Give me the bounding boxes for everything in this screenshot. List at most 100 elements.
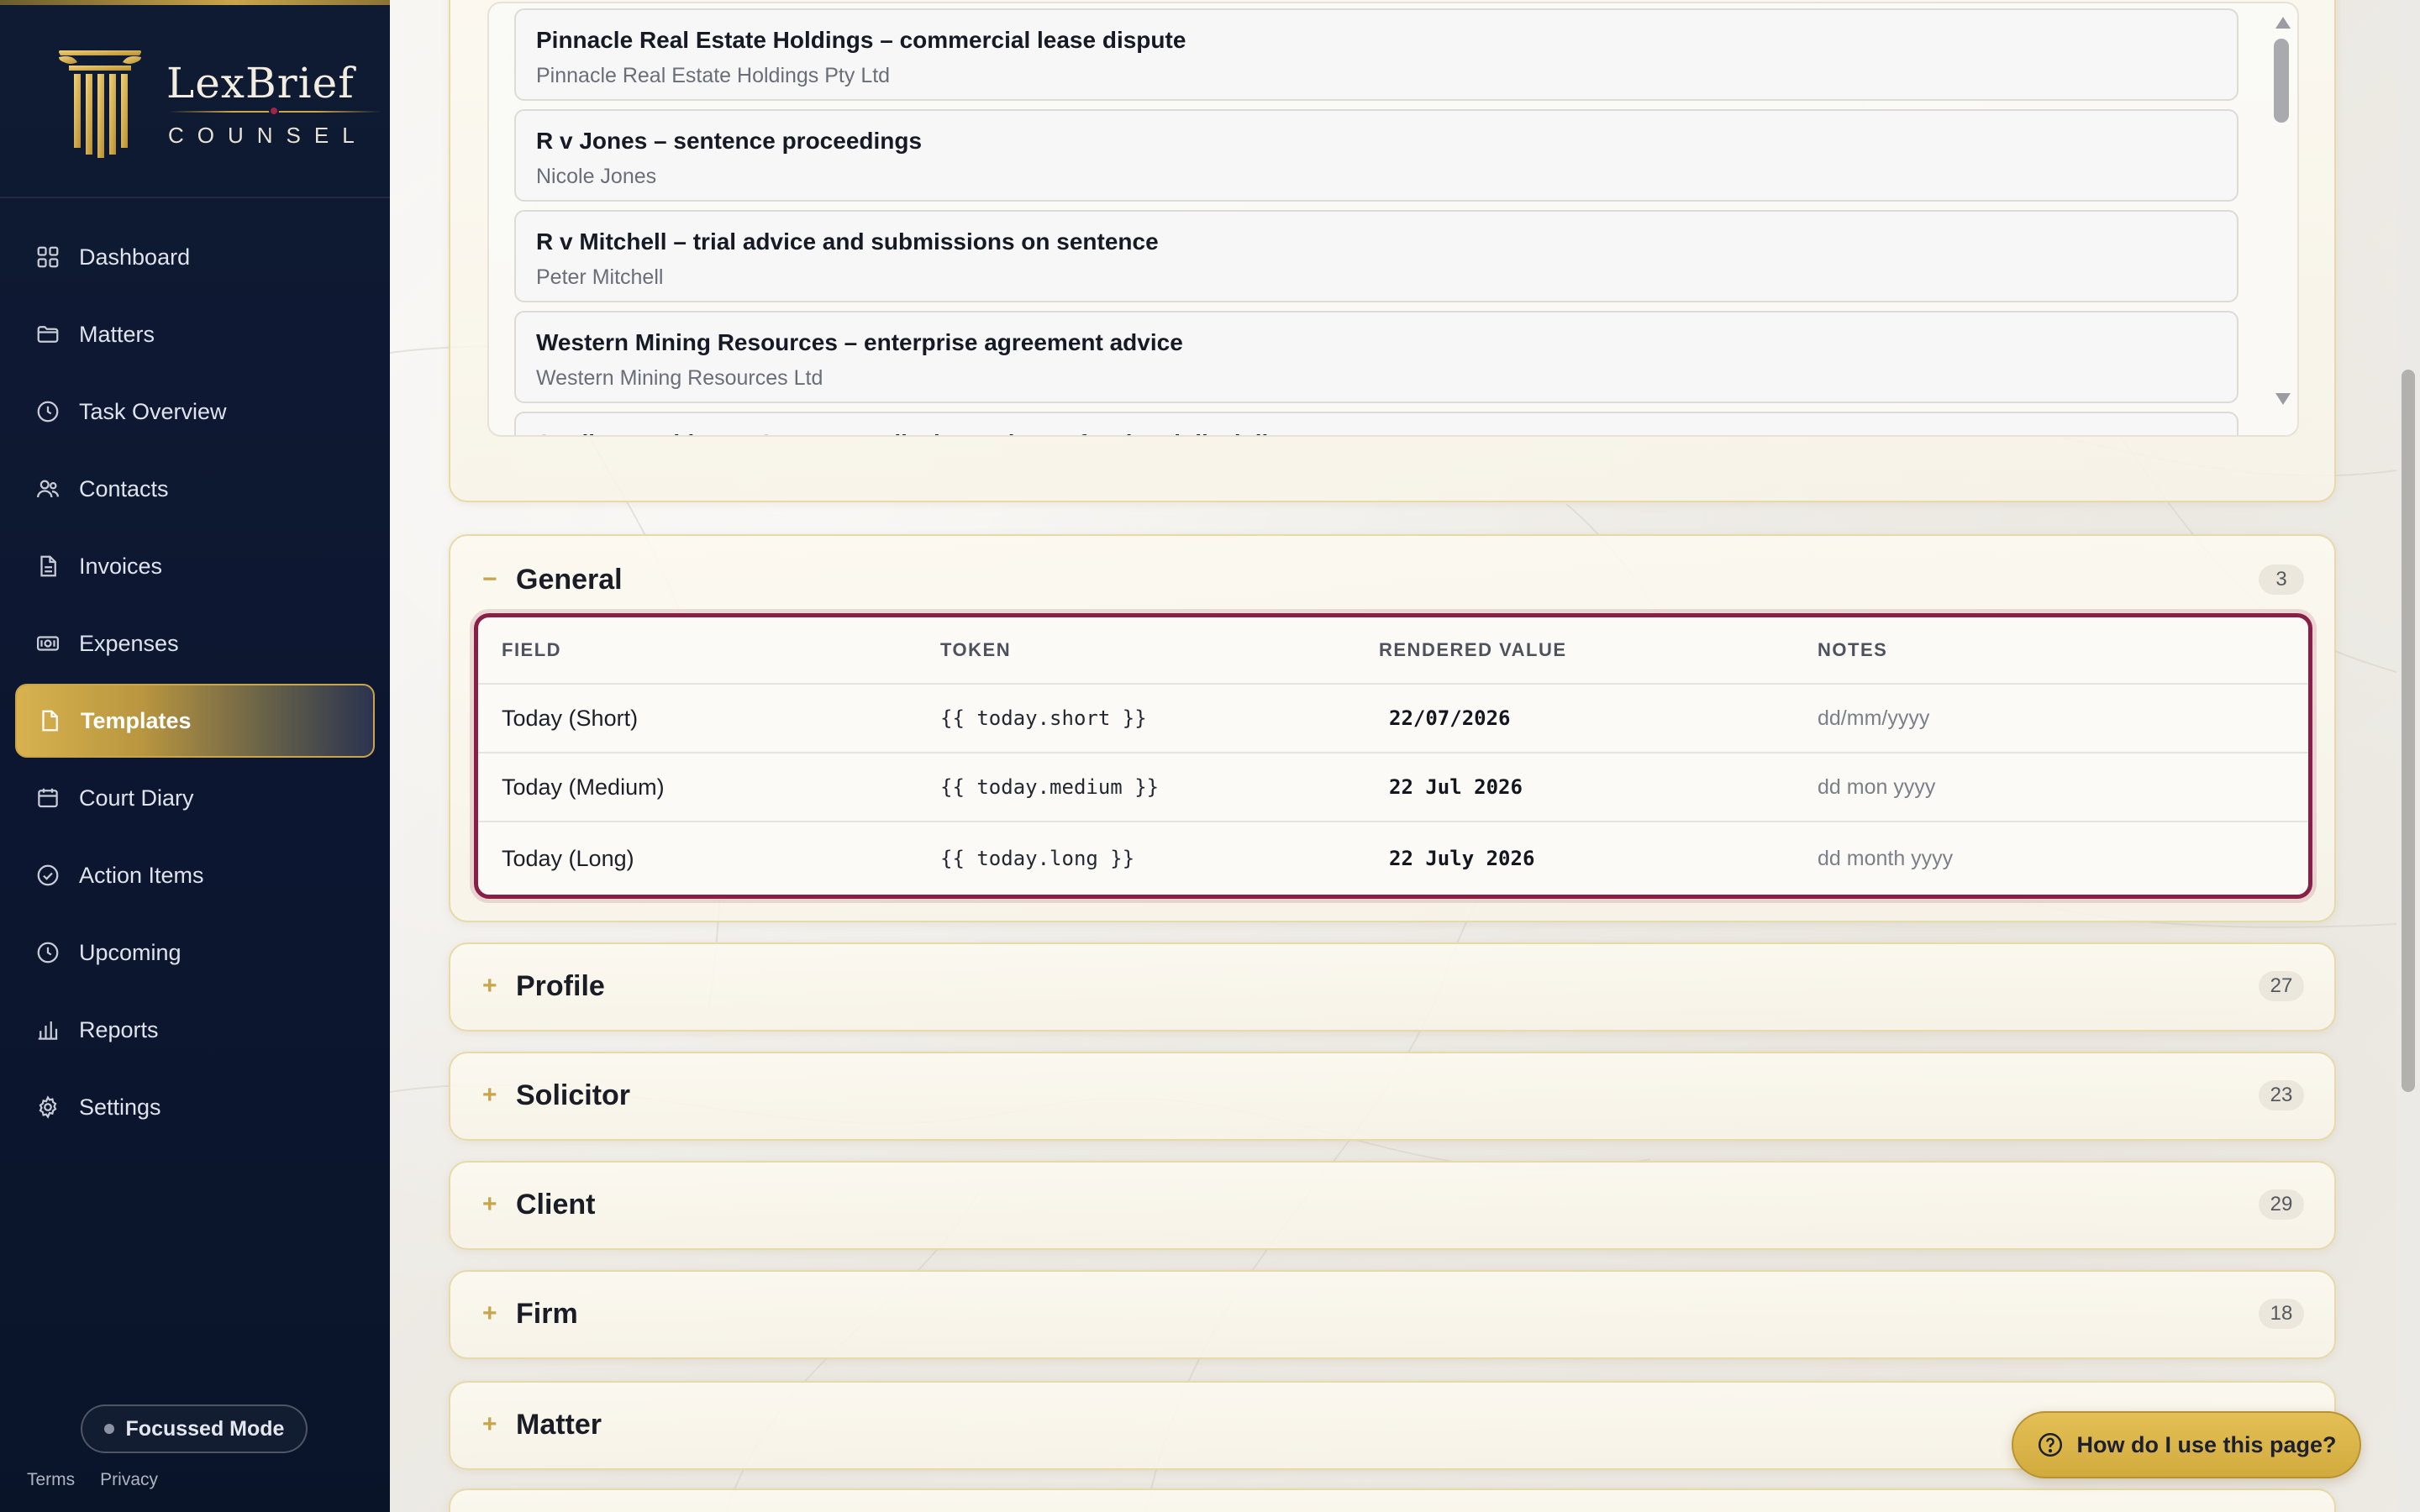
matter-list-item[interactable]: R v Jones – sentence proceedings Nicole … <box>514 109 2238 202</box>
column-header-token: TOKEN <box>940 639 1012 660</box>
nav-item-label: Action Items <box>79 862 204 888</box>
section-general: − General 3 FIELD TOKEN RENDERED VALUE N… <box>449 534 2336 922</box>
scroll-down-arrow-icon[interactable] <box>2275 393 2291 405</box>
terms-link[interactable]: Terms <box>27 1470 75 1490</box>
nav-item-label: Upcoming <box>79 939 182 965</box>
field-name: Today (Medium) <box>502 774 665 800</box>
field-rendered-value: 22 July 2026 <box>1389 847 1535 870</box>
section-firm[interactable]: + Firm 18 <box>449 1270 2336 1359</box>
clock-icon <box>34 938 62 967</box>
section-title: Profile <box>516 969 605 1002</box>
expand-icon: + <box>482 972 497 1000</box>
matter-list-item[interactable]: Pinnacle Real Estate Holdings – commerci… <box>514 8 2238 101</box>
nav-item-expenses[interactable]: Expenses <box>15 606 375 680</box>
nav-item-task-overview[interactable]: Task Overview <box>15 375 375 449</box>
folder-icon <box>34 320 62 349</box>
nav-item-dashboard[interactable]: Dashboard <box>15 220 375 294</box>
matter-title: Pinnacle Real Estate Holdings – commerci… <box>536 27 1186 53</box>
section-title: Client <box>516 1188 596 1221</box>
field-count-badge: 3 <box>2259 564 2304 595</box>
nav-item-matters[interactable]: Matters <box>15 297 375 371</box>
matter-client: Nicole Jones <box>536 165 657 188</box>
field-rendered-value: 22/07/2026 <box>1389 706 1511 730</box>
brand-dot <box>269 106 279 116</box>
general-fields-table: FIELD TOKEN RENDERED VALUE NOTES Today (… <box>474 613 2312 899</box>
section-client[interactable]: + Client 29 <box>449 1161 2336 1250</box>
bar-chart-icon <box>34 1016 62 1044</box>
section-profile-header[interactable]: + Profile 27 <box>450 944 2334 1028</box>
table-row[interactable]: Today (Long) {{ today.long }} 22 July 20… <box>478 822 2308 895</box>
matter-client: Peter Mitchell <box>536 265 664 289</box>
file-icon <box>35 706 64 735</box>
section-title: Matter <box>516 1408 602 1441</box>
page-scrollbar-thumb[interactable] <box>2402 370 2415 1092</box>
field-name: Today (Short) <box>502 705 639 731</box>
matter-selector-card: Pinnacle Real Estate Holdings – commerci… <box>449 0 2336 502</box>
nav-item-label: Court Diary <box>79 785 194 811</box>
field-count-badge: 23 <box>2259 1080 2304 1110</box>
section-profile[interactable]: + Profile 27 <box>449 942 2336 1032</box>
matter-list-item[interactable]: R v Mitchell – trial advice and submissi… <box>514 210 2238 302</box>
section-general-header[interactable]: − General 3 <box>450 536 2334 623</box>
field-notes: dd/mm/yyyy <box>1818 706 1930 730</box>
field-notes: dd mon yyyy <box>1818 774 1936 799</box>
field-rendered-value: 22 Jul 2026 <box>1389 775 1523 799</box>
matter-title: R v Jones – sentence proceedings <box>536 128 923 154</box>
users-icon <box>34 475 62 503</box>
expand-icon: + <box>482 1299 497 1327</box>
status-dot-icon <box>103 1424 114 1434</box>
nav-item-reports[interactable]: Reports <box>15 993 375 1067</box>
nav-item-settings[interactable]: Settings <box>15 1070 375 1144</box>
table-row[interactable]: Today (Short) {{ today.short }} 22/07/20… <box>478 685 2308 753</box>
brand[interactable]: LexBrief COUNSEL <box>55 42 381 168</box>
table-header-row: FIELD TOKEN RENDERED VALUE NOTES <box>478 617 2308 685</box>
banknote-icon <box>34 629 62 658</box>
main-nav: Dashboard Matters Task Overview Contacts… <box>0 220 390 1147</box>
nav-item-action-items[interactable]: Action Items <box>15 838 375 912</box>
field-count-badge: 29 <box>2259 1189 2304 1220</box>
help-button[interactable]: How do I use this page? <box>2012 1411 2361 1478</box>
section-next[interactable] <box>449 1488 2336 1512</box>
nav-item-label: Templates <box>81 707 192 733</box>
sidebar-divider <box>0 197 390 198</box>
field-token[interactable]: {{ today.long }} <box>940 822 1134 895</box>
sidebar-accent-line <box>0 0 390 5</box>
nav-item-contacts[interactable]: Contacts <box>15 452 375 526</box>
sidebar: LexBrief COUNSEL Dashboard Matters Task … <box>0 0 390 1512</box>
matter-list-item[interactable]: Western Mining Resources – enterprise ag… <box>514 311 2238 403</box>
nav-item-templates[interactable]: Templates <box>15 684 375 758</box>
column-header-field: FIELD <box>502 639 562 660</box>
scroll-up-arrow-icon[interactable] <box>2275 17 2291 29</box>
table-row[interactable]: Today (Medium) {{ today.medium }} 22 Jul… <box>478 753 2308 822</box>
nav-item-upcoming[interactable]: Upcoming <box>15 916 375 990</box>
matter-list-item[interactable]: Sterling Healthcare Group v Medical Boar… <box>514 412 2238 435</box>
field-notes: dd month yyyy <box>1818 846 1954 870</box>
section-title: General <box>516 563 623 596</box>
privacy-link[interactable]: Privacy <box>100 1470 158 1490</box>
section-client-header[interactable]: + Client 29 <box>450 1163 2334 1247</box>
expand-icon: + <box>482 1081 497 1109</box>
field-count-badge: 18 <box>2259 1299 2304 1329</box>
nav-item-label: Task Overview <box>79 398 227 424</box>
matter-list-scrollbar[interactable] <box>2274 39 2289 123</box>
calendar-icon <box>34 784 62 812</box>
nav-item-label: Contacts <box>79 475 169 501</box>
legal-links: Terms Privacy <box>27 1470 158 1490</box>
column-header-rendered-value: RENDERED VALUE <box>1379 639 1567 660</box>
question-circle-icon <box>2039 1432 2063 1457</box>
field-name: Today (Long) <box>502 845 634 871</box>
section-solicitor-header[interactable]: + Solicitor 23 <box>450 1053 2334 1137</box>
help-button-label: How do I use this page? <box>2076 1431 2337 1457</box>
nav-item-invoices[interactable]: Invoices <box>15 529 375 603</box>
check-circle-icon <box>34 861 62 890</box>
brand-name: LexBrief <box>166 59 355 108</box>
grid-icon <box>34 243 62 271</box>
focussed-mode-button[interactable]: Focussed Mode <box>81 1404 308 1453</box>
section-title: Solicitor <box>516 1079 631 1111</box>
section-solicitor[interactable]: + Solicitor 23 <box>449 1052 2336 1141</box>
nav-item-court-diary[interactable]: Court Diary <box>15 761 375 835</box>
nav-item-label: Settings <box>79 1094 161 1120</box>
section-firm-header[interactable]: + Firm 18 <box>450 1272 2334 1356</box>
field-token[interactable]: {{ today.medium }} <box>940 753 1159 821</box>
field-token[interactable]: {{ today.short }} <box>940 685 1147 752</box>
